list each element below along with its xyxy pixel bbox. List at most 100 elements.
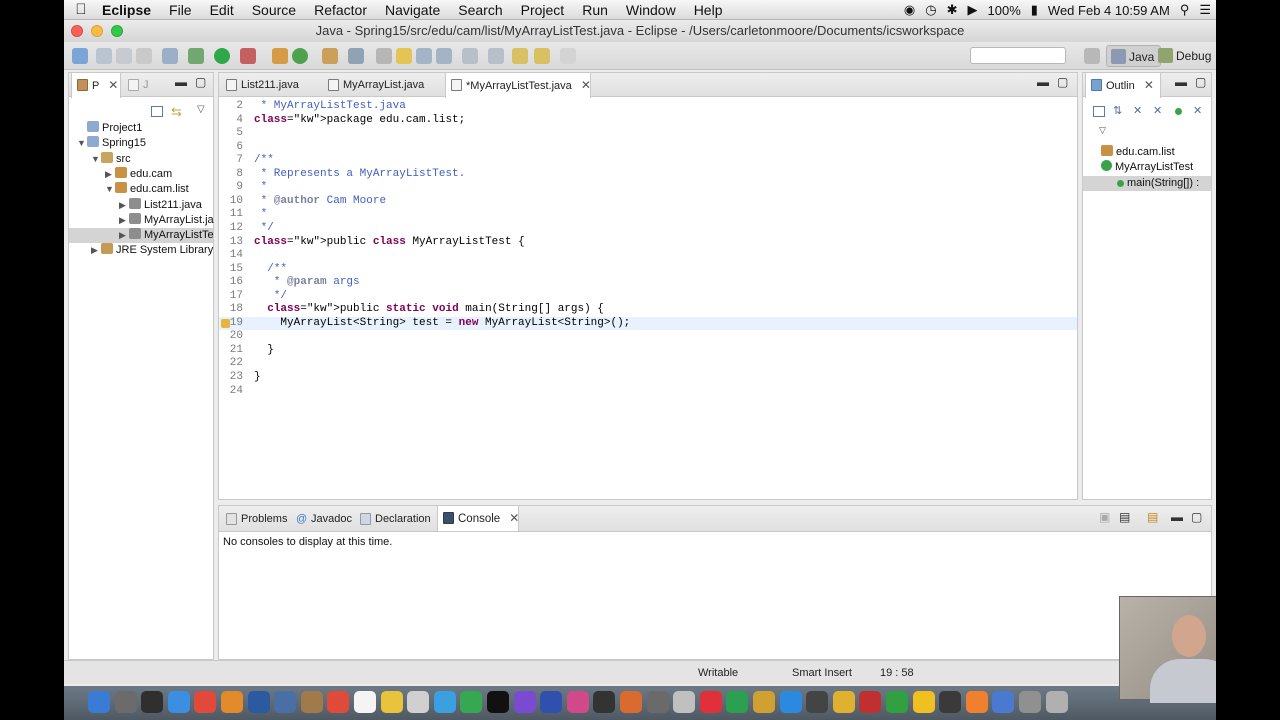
tree-item[interactable]: ▼ src (91, 151, 131, 167)
debug-icon[interactable] (188, 48, 204, 64)
tab-outline[interactable]: Outlin ✕ (1085, 73, 1161, 98)
code-line[interactable]: 24 (219, 385, 1077, 398)
minimize-icon[interactable]: ▬ (1037, 75, 1049, 89)
code-line[interactable]: 13 class="kw">public class MyArrayListTes… (219, 236, 1077, 249)
tree-item[interactable]: ▼ Spring15 (77, 136, 146, 151)
minimize-icon[interactable]: ▬ (175, 75, 187, 89)
tab-junit[interactable]: J (123, 73, 149, 97)
code-line[interactable]: 5 (219, 127, 1077, 140)
battery-percent[interactable]: 100% (983, 3, 1026, 18)
dock-app-icon[interactable] (247, 691, 270, 713)
dock-app-icon[interactable] (726, 691, 749, 713)
collapse-all-icon[interactable] (151, 106, 163, 117)
dock-app-icon[interactable] (354, 691, 376, 713)
time-machine-icon[interactable]: ◷ (920, 2, 941, 18)
maximize-icon[interactable]: ▢ (1191, 510, 1202, 524)
clock[interactable]: Wed Feb 4 10:59 AM (1043, 3, 1175, 18)
dock-app-icon[interactable] (566, 691, 589, 713)
dock-app-icon[interactable] (620, 691, 642, 713)
dock-app-icon[interactable] (167, 691, 190, 713)
new-class-icon[interactable] (292, 48, 308, 64)
wifi-icon[interactable]: ◉ (899, 2, 920, 18)
dock-app-icon[interactable] (540, 691, 563, 713)
open-console-icon[interactable]: ▤ (1147, 510, 1158, 524)
code-line[interactable]: 22 (219, 357, 1077, 370)
dock-app-icon[interactable] (859, 691, 882, 713)
dock-app-icon[interactable] (513, 691, 536, 713)
outline-item[interactable]: edu.cam.list (1101, 145, 1175, 160)
battery-icon[interactable]: ▮ (1026, 2, 1043, 18)
annotation-icon[interactable] (376, 48, 392, 64)
external-tools-icon[interactable] (240, 48, 256, 64)
dock-app-icon[interactable] (300, 691, 323, 713)
chevron-right-icon[interactable]: ▶ (91, 243, 101, 258)
dock-app-icon[interactable] (114, 691, 137, 713)
tree-item[interactable]: Project1 (77, 121, 142, 136)
bluetooth-icon[interactable]: ✱ (942, 2, 963, 18)
code-line[interactable]: 19 MyArrayList<String> test = new MyArra… (219, 316, 1077, 330)
dock-app-icon[interactable] (939, 691, 962, 713)
forward-icon[interactable] (560, 48, 576, 64)
tab-console[interactable]: Console ✕ (437, 506, 519, 531)
tree-item[interactable]: ▶ MyArrayList.ja (119, 212, 214, 228)
view-menu-icon[interactable]: ▽ (1099, 125, 1106, 136)
dock-app-icon[interactable] (88, 691, 110, 713)
code-line[interactable]: 11 * (219, 208, 1077, 221)
menu-app[interactable]: Eclipse (98, 2, 160, 18)
dock-app-icon[interactable] (487, 691, 509, 713)
run-icon[interactable] (214, 48, 230, 64)
volume-icon[interactable]: ▶ (963, 2, 983, 18)
code-line[interactable]: 6 (219, 141, 1077, 154)
dock-app-icon[interactable] (992, 691, 1015, 713)
mark-occurrences-icon[interactable] (396, 48, 412, 64)
print-icon[interactable] (136, 48, 152, 64)
new-icon[interactable] (72, 48, 88, 64)
tab-declaration[interactable]: Declaration (355, 507, 431, 531)
previous-annotation-icon[interactable] (488, 48, 504, 64)
tree-item[interactable]: ▶ JRE System Library (91, 243, 213, 258)
code-line[interactable]: 18 class="kw">public static void main(St… (219, 303, 1077, 316)
open-type-icon[interactable] (322, 48, 338, 64)
menu-run[interactable]: Run (573, 2, 617, 18)
minimize-window-button[interactable] (91, 25, 103, 37)
skip-breakpoints-icon[interactable] (162, 48, 178, 64)
close-window-button[interactable] (71, 25, 83, 37)
dock-app-icon[interactable] (221, 691, 243, 713)
menu-search[interactable]: Search (449, 2, 511, 18)
code-line[interactable]: 4 class="kw">package edu.cam.list; (219, 114, 1077, 127)
tree-item[interactable]: ▶ MyArrayListTe (69, 228, 214, 244)
tab-myarraylisttest[interactable]: *MyArrayListTest.java ✕ (445, 73, 591, 98)
collapse-all-icon[interactable] (1093, 106, 1105, 117)
perspective-debug[interactable]: Debug (1154, 45, 1216, 67)
dock-app-icon[interactable] (433, 691, 456, 713)
code-line[interactable]: 7 /** (219, 154, 1077, 167)
code-line[interactable]: 21 } (219, 344, 1077, 357)
new-package-icon[interactable] (272, 48, 288, 64)
apple-icon[interactable]:  (64, 1, 98, 18)
menu-refactor[interactable]: Refactor (305, 2, 376, 18)
tree-item[interactable]: ▶ List211.java (119, 197, 202, 213)
dock-app-icon[interactable] (779, 691, 802, 713)
hide-non-public-icon[interactable] (1175, 108, 1182, 115)
code-editor[interactable]: 2 * MyArrayListTest.java 4 class="kw">pack… (219, 97, 1077, 499)
code-line[interactable]: 20 (219, 330, 1077, 343)
next-annotation-icon[interactable] (462, 48, 478, 64)
maximize-icon[interactable]: ▢ (195, 75, 206, 89)
menu-navigate[interactable]: Navigate (376, 2, 449, 18)
hide-local-types-icon[interactable]: ✕ (1193, 104, 1202, 117)
close-icon[interactable]: ✕ (108, 78, 118, 92)
dock-app-icon[interactable] (1045, 691, 1068, 713)
tab-list211[interactable]: List211.java (221, 73, 317, 97)
dock-app-icon[interactable] (194, 691, 217, 713)
code-line[interactable]: 9 * (219, 181, 1077, 194)
save-icon[interactable] (96, 48, 112, 64)
tree-item[interactable]: ▶ edu.cam (105, 166, 172, 182)
dock-app-icon[interactable] (593, 691, 616, 713)
menu-edit[interactable]: Edit (201, 2, 243, 18)
menu-source[interactable]: Source (243, 2, 305, 18)
maximize-icon[interactable]: ▢ (1057, 75, 1068, 89)
save-all-icon[interactable] (116, 48, 132, 64)
outline-item[interactable]: MyArrayListTest (1101, 160, 1193, 175)
chevron-right-icon[interactable]: ▶ (119, 228, 129, 243)
minimize-icon[interactable]: ▬ (1175, 75, 1187, 89)
